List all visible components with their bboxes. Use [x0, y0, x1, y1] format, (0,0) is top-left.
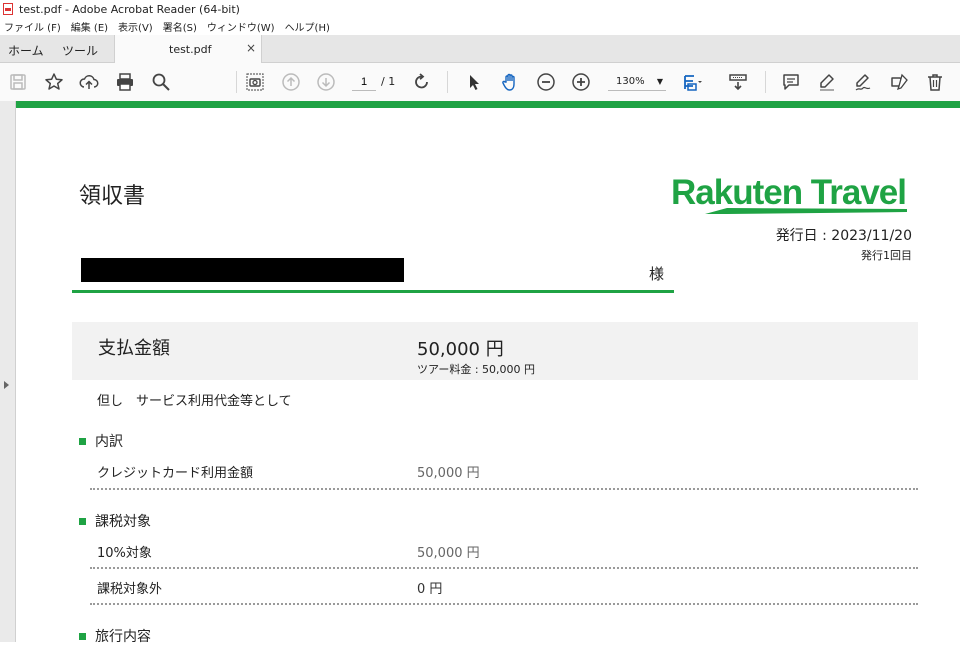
section-breakdown: 内訳	[79, 431, 123, 451]
zoom-in-icon[interactable]	[571, 72, 591, 92]
save-icon[interactable]	[8, 72, 28, 92]
honorific: 様	[649, 265, 665, 283]
section-heading: 課税対象	[95, 514, 151, 530]
dotted-divider	[90, 567, 918, 569]
tab-document-label: test.pdf	[169, 43, 212, 56]
delete-icon[interactable]	[925, 72, 945, 92]
section-taxable: 課税対象	[79, 511, 151, 531]
page-total: / 1	[381, 75, 396, 88]
menu-window[interactable]: ウィンドウ(W)	[207, 19, 275, 34]
sign-icon[interactable]	[853, 72, 873, 92]
dotted-divider	[90, 603, 918, 605]
toolbar: / 1 130% ▼	[0, 63, 960, 101]
payment-amount-label: 支払金額	[98, 338, 170, 359]
cloud-upload-icon[interactable]	[79, 72, 99, 92]
pdf-page: 領収書 Rakuten Travel 発行日 : 2023/11/20 発行1回…	[17, 108, 960, 645]
expand-panel-icon[interactable]	[4, 381, 9, 389]
menu-edit[interactable]: 編集 (E)	[71, 19, 108, 34]
rotate-icon[interactable]	[412, 72, 432, 92]
title-bar: test.pdf - Adobe Acrobat Reader (64-bit)	[0, 0, 960, 18]
chevron-down-icon: ▼	[656, 77, 663, 86]
tab-home[interactable]: ホーム	[8, 42, 44, 59]
page-down-icon[interactable]	[316, 72, 336, 92]
proviso-text: 但し サービス利用代金等として	[97, 394, 292, 409]
star-icon[interactable]	[44, 72, 64, 92]
fit-page-icon[interactable]	[682, 72, 702, 92]
menu-bar: ファイル (F) 編集 (E) 表示(V) 署名(S) ウィンドウ(W) ヘルプ…	[0, 18, 960, 35]
receipt-title: 領収書	[79, 184, 146, 209]
payment-amount-box: 支払金額 50,000 円 ツアー料金 : 50,000 円	[72, 322, 918, 380]
row-label: 10%対象	[97, 546, 152, 561]
issue-count: 発行1回目	[861, 249, 912, 262]
page-up-icon[interactable]	[281, 72, 301, 92]
section-heading: 内訳	[95, 434, 123, 450]
tab-document[interactable]: test.pdf ×	[114, 35, 262, 64]
section-marker	[79, 632, 86, 640]
menu-file[interactable]: ファイル (F)	[4, 19, 61, 34]
toolbar-separator	[765, 71, 766, 93]
row-value: 50,000 円	[417, 466, 480, 481]
section-marker	[79, 437, 86, 445]
window-title: test.pdf - Adobe Acrobat Reader (64-bit)	[19, 2, 240, 16]
snapshot-icon[interactable]	[245, 72, 265, 92]
row-value: 50,000 円	[417, 546, 480, 561]
name-underline	[72, 290, 674, 293]
logo-text: Rakuten Travel	[671, 173, 906, 212]
document-top-bar	[16, 101, 960, 108]
redacted-name	[81, 258, 404, 282]
row-label: クレジットカード利用金額	[97, 466, 254, 481]
section-marker	[79, 517, 86, 525]
search-icon[interactable]	[151, 72, 171, 92]
close-icon[interactable]: ×	[246, 41, 256, 55]
highlight-icon[interactable]	[817, 72, 837, 92]
hand-icon[interactable]	[500, 72, 520, 92]
section-heading: 旅行内容	[95, 629, 151, 645]
section-travel: 旅行内容	[79, 626, 151, 646]
left-panel-collapsed[interactable]	[0, 101, 16, 642]
fill-sign-icon[interactable]	[889, 72, 909, 92]
select-arrow-icon[interactable]	[464, 72, 484, 92]
tab-tools[interactable]: ツール	[62, 42, 98, 59]
page-number-input[interactable]	[352, 73, 376, 91]
row-value: 0 円	[417, 582, 443, 597]
zoom-value: 130%	[616, 76, 645, 87]
scroll-mode-icon[interactable]	[728, 72, 748, 92]
payment-amount-value: 50,000 円	[417, 339, 504, 360]
row-label: 課税対象外	[97, 582, 163, 597]
tab-bar: ホーム ツール test.pdf ×	[0, 35, 960, 64]
toolbar-separator	[236, 71, 237, 93]
comment-icon[interactable]	[781, 72, 801, 92]
dotted-divider	[90, 488, 918, 490]
toolbar-separator	[447, 71, 448, 93]
print-icon[interactable]	[115, 72, 135, 92]
menu-sign[interactable]: 署名(S)	[163, 19, 197, 34]
issue-date: 発行日 : 2023/11/20	[775, 228, 912, 244]
zoom-out-icon[interactable]	[536, 72, 556, 92]
rakuten-travel-logo: Rakuten Travel	[671, 173, 907, 214]
zoom-select[interactable]: 130% ▼	[608, 73, 666, 91]
tour-fee: ツアー料金 : 50,000 円	[417, 363, 536, 376]
menu-help[interactable]: ヘルプ(H)	[285, 19, 330, 34]
menu-view[interactable]: 表示(V)	[118, 19, 153, 34]
pdf-file-icon	[3, 3, 13, 15]
